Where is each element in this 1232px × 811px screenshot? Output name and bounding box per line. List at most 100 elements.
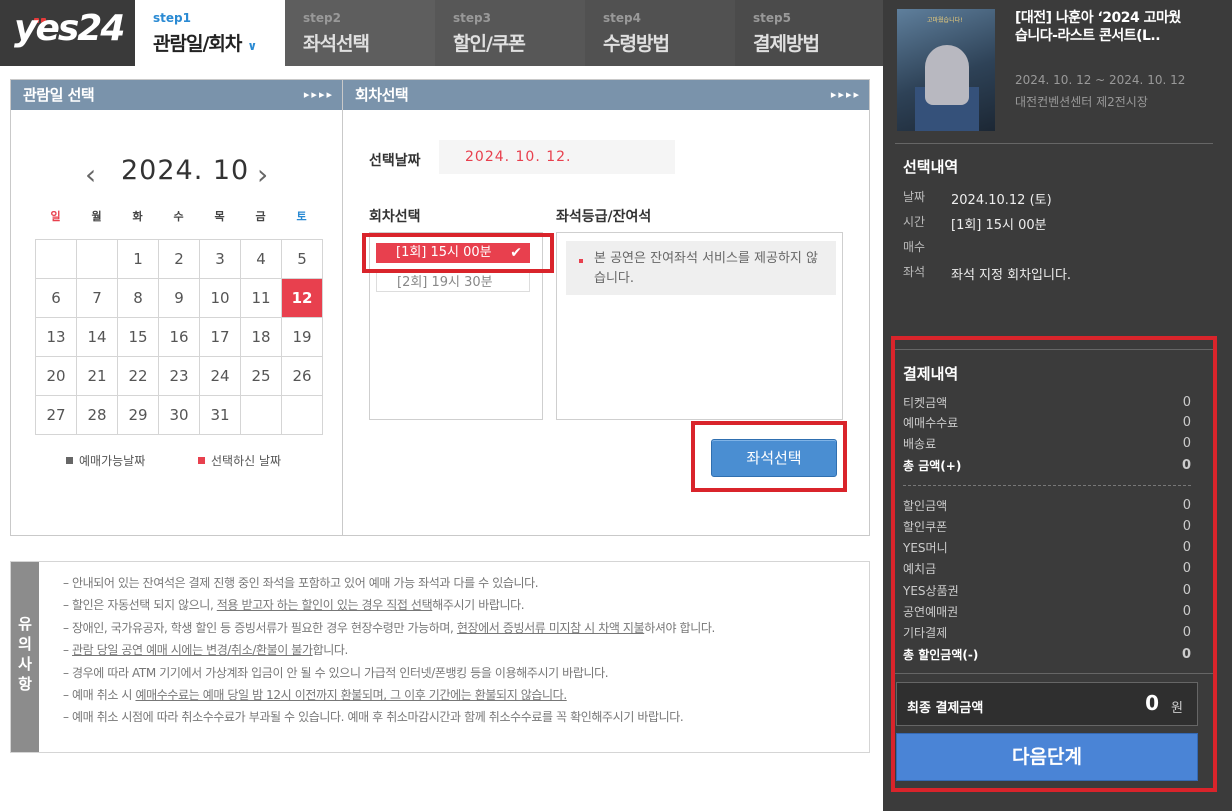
- seat-select-button[interactable]: 좌석선택: [711, 439, 837, 477]
- calendar-day[interactable]: 20: [35, 356, 77, 396]
- calendar-week: 6 7 8 9 10 11 12: [35, 278, 323, 318]
- seat-grade-label: 좌석등급/잔여석: [556, 209, 652, 225]
- calendar-day[interactable]: 2: [158, 239, 200, 279]
- step4-tab[interactable]: step4 수령방법: [585, 0, 735, 66]
- arrows-icon: ▸▸▸▸: [830, 88, 861, 101]
- step-label: 결제방법: [753, 33, 820, 55]
- step-bar: yes24 step1 관람일/회차 ∨ step2 좌석선택 step3 할인/…: [0, 0, 885, 66]
- weekday-row: 일 월 화 수 목 금 토: [35, 208, 321, 228]
- next-step-button[interactable]: 다음단계: [896, 733, 1198, 781]
- pay-value: 0: [1182, 604, 1191, 619]
- notice-item: – 안내되어 있는 잔여석은 결제 진행 중인 좌석을 포함하고 있어 예매 가…: [63, 572, 863, 594]
- calendar-day[interactable]: 28: [76, 395, 118, 435]
- calendar-day[interactable]: 3: [199, 239, 241, 279]
- legend-available-label: 예매가능날짜: [79, 454, 146, 468]
- divider: [895, 349, 1213, 350]
- notice-item: – 예매 취소 시 예매수수료는 예매 당일 밤 12시 이전까지 환불되며, …: [63, 684, 863, 706]
- show-poster[interactable]: 고마웠습니다!: [897, 9, 995, 131]
- round-list: [1회] 15시 00분 ✔ [2회] 19시 30분: [369, 232, 543, 420]
- step5-tab[interactable]: step5 결제방법: [735, 0, 885, 66]
- selection-time-label: 시간: [903, 215, 926, 229]
- pay-label: 할인쿠폰: [903, 520, 948, 534]
- notice-text-u: 예매수수료는 예매 당일 밤 12시 이전까지 환불되며, 그 이후 기간에는 …: [135, 687, 567, 702]
- notice-list: – 안내되어 있는 잔여석은 결제 진행 중인 좌석을 포함하고 있어 예매 가…: [63, 572, 863, 729]
- step1-tab[interactable]: step1 관람일/회차 ∨: [135, 0, 285, 66]
- next-month-icon[interactable]: ›: [257, 158, 268, 191]
- selection-count-label: 매수: [903, 240, 926, 254]
- pay-label: 티켓금액: [903, 396, 948, 410]
- calendar-day[interactable]: 23: [158, 356, 200, 396]
- discount-other-row: 기타결제 0: [903, 623, 1191, 643]
- calendar-day[interactable]: 21: [76, 356, 118, 396]
- step3-tab[interactable]: step3 할인/쿠폰: [435, 0, 585, 66]
- selection-title: 선택내역: [903, 158, 959, 176]
- pay-value: 0: [1182, 561, 1191, 576]
- calendar-day[interactable]: 1: [117, 239, 159, 279]
- calendar-day[interactable]: 6: [35, 278, 77, 318]
- discount-giftcard-row: YES상품권 0: [903, 581, 1191, 601]
- calendar-day[interactable]: 22: [117, 356, 159, 396]
- step2-tab[interactable]: step2 좌석선택: [285, 0, 435, 66]
- selection-date-value: 2024.10.12 (토): [951, 193, 1052, 208]
- calendar-day[interactable]: 30: [158, 395, 200, 435]
- final-amount-value: 0: [1145, 691, 1159, 715]
- calendar-day[interactable]: 26: [281, 356, 323, 396]
- final-amount-box: 최종 결제금액 0 원: [896, 682, 1198, 726]
- calendar-day[interactable]: 13: [35, 317, 77, 357]
- seat-grade-box: 본 공연은 잔여좌석 서비스를 제공하지 않습니다.: [556, 232, 843, 420]
- notice-text-pre: 예매 취소 시: [72, 687, 136, 702]
- round-label: 회차선택: [369, 209, 421, 225]
- pay-label: 배송료: [903, 437, 937, 451]
- pay-delivery-row: 배송료 0: [903, 434, 1191, 454]
- calendar-day[interactable]: 14: [76, 317, 118, 357]
- calendar-day[interactable]: 29: [117, 395, 159, 435]
- dash-icon: –: [63, 665, 73, 680]
- calendar-day[interactable]: 5: [281, 239, 323, 279]
- calendar-day[interactable]: 12: [281, 278, 323, 318]
- step-number: step5: [753, 11, 791, 25]
- pay-value: 0: [1182, 519, 1191, 534]
- notice-text-pre: 안내되어 있는 잔여석은 결제 진행 중인 좌석을 포함하고 있어 예매 가능 …: [72, 576, 539, 590]
- booking-page: yes24 step1 관람일/회차 ∨ step2 좌석선택 step3 할인/…: [0, 0, 1232, 811]
- round-item-label: [1회] 15시 00분: [396, 245, 492, 260]
- prev-month-icon[interactable]: ‹: [85, 158, 96, 191]
- legend-available: 예매가능날짜: [66, 452, 145, 469]
- calendar-day[interactable]: 8: [117, 278, 159, 318]
- calendar-day[interactable]: 17: [199, 317, 241, 357]
- calendar-week: 20 21 22 23 24 25 26: [35, 356, 323, 396]
- show-title[interactable]: [대전] 나훈아 ‘2024 고마웠습니다-라스트 콘서트(L..: [1015, 9, 1193, 45]
- legend-square: [66, 457, 73, 464]
- notice-item: – 장애인, 국가유공자, 학생 할인 등 증빙서류가 필요한 경우 현장수령만…: [63, 617, 863, 639]
- calendar-day[interactable]: 11: [240, 278, 282, 318]
- calendar-day[interactable]: 4: [240, 239, 282, 279]
- calendar-day[interactable]: 7: [76, 278, 118, 318]
- selection-time-value: [1회] 15시 00분: [951, 218, 1047, 233]
- calendar-day[interactable]: 24: [199, 356, 241, 396]
- step-number: step2: [303, 11, 341, 25]
- weekday-fri: 금: [255, 210, 266, 223]
- yes24-logo[interactable]: yes24: [0, 0, 135, 66]
- calendar-day[interactable]: 16: [158, 317, 200, 357]
- calendar-day[interactable]: 25: [240, 356, 282, 396]
- calendar-day[interactable]: 10: [199, 278, 241, 318]
- calendar-day[interactable]: 18: [240, 317, 282, 357]
- pay-value: 0: [1182, 498, 1191, 513]
- discount-yesmoney-row: YES머니 0: [903, 538, 1191, 558]
- calendar-day[interactable]: 15: [117, 317, 159, 357]
- calendar-day[interactable]: 9: [158, 278, 200, 318]
- calendar-day[interactable]: 31: [199, 395, 241, 435]
- step-number: step1: [153, 11, 191, 25]
- pay-value: 0: [1182, 583, 1191, 598]
- seat-note: 본 공연은 잔여좌석 서비스를 제공하지 않습니다.: [566, 241, 836, 295]
- notice-text-post: 하셔야 합니다.: [644, 620, 715, 635]
- round-item-2[interactable]: [2회] 19시 30분: [376, 272, 530, 292]
- pay-value: 0: [1182, 415, 1191, 430]
- calendar-day[interactable]: 27: [35, 395, 77, 435]
- pay-label: 할인금액: [903, 499, 948, 513]
- pay-label: 예매수수료: [903, 416, 959, 430]
- seat-note-text: 본 공연은 잔여좌석 서비스를 제공하지 않습니다.: [594, 251, 818, 286]
- calendar-day[interactable]: 19: [281, 317, 323, 357]
- notice-item: – 예매 취소 시점에 따라 취소수수료가 부과될 수 있습니다. 예매 후 취…: [63, 706, 863, 728]
- divider: [895, 673, 1213, 674]
- round-item-1[interactable]: [1회] 15시 00분 ✔: [376, 243, 530, 263]
